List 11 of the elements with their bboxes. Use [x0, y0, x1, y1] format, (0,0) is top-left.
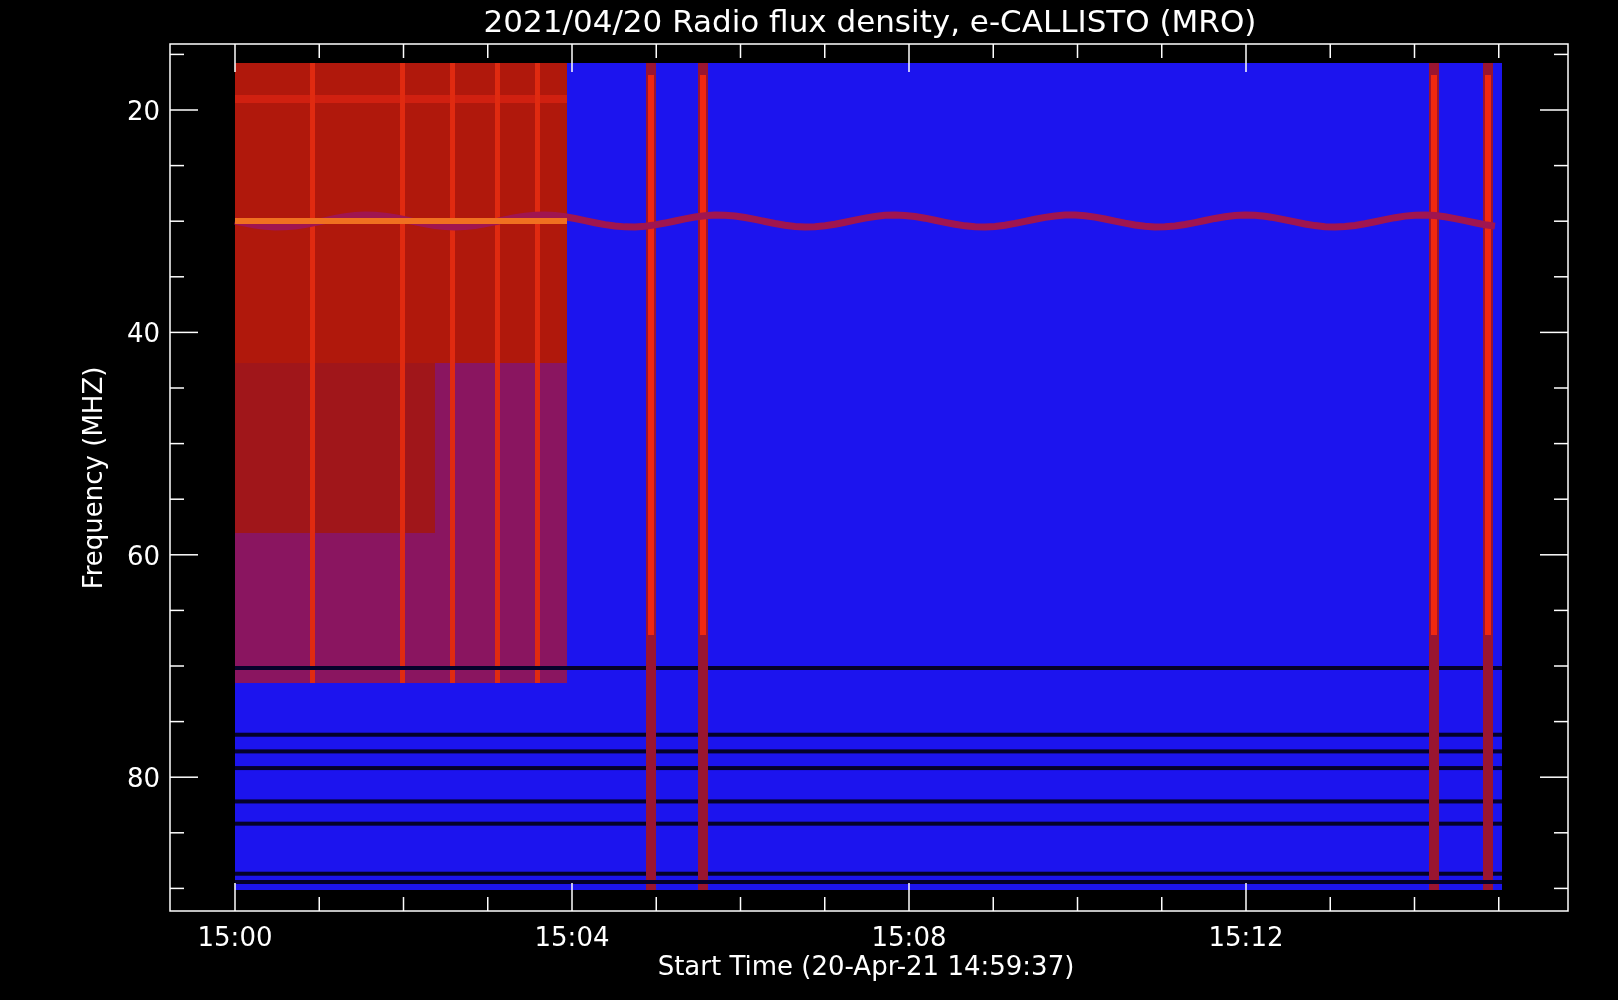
y-tick-label: 20	[126, 96, 160, 126]
y-tick-label: 80	[126, 763, 160, 794]
x-axis-label: Start Time (20-Apr-21 14:59:37)	[657, 951, 1075, 981]
x-tick-label: 15:08	[871, 922, 947, 952]
x-tick-label: 15:04	[534, 922, 610, 952]
y-tick-label: 60	[126, 540, 160, 571]
y-tick-label: 40	[126, 318, 160, 349]
x-tick-label: 15:12	[1208, 922, 1284, 952]
x-tick-label: 15:00	[197, 922, 273, 952]
y-axis-label: Frequency (MHZ)	[78, 366, 108, 590]
plot-title: 2021/04/20 Radio flux density, e-CALLISTO (MRO)	[483, 3, 1257, 39]
